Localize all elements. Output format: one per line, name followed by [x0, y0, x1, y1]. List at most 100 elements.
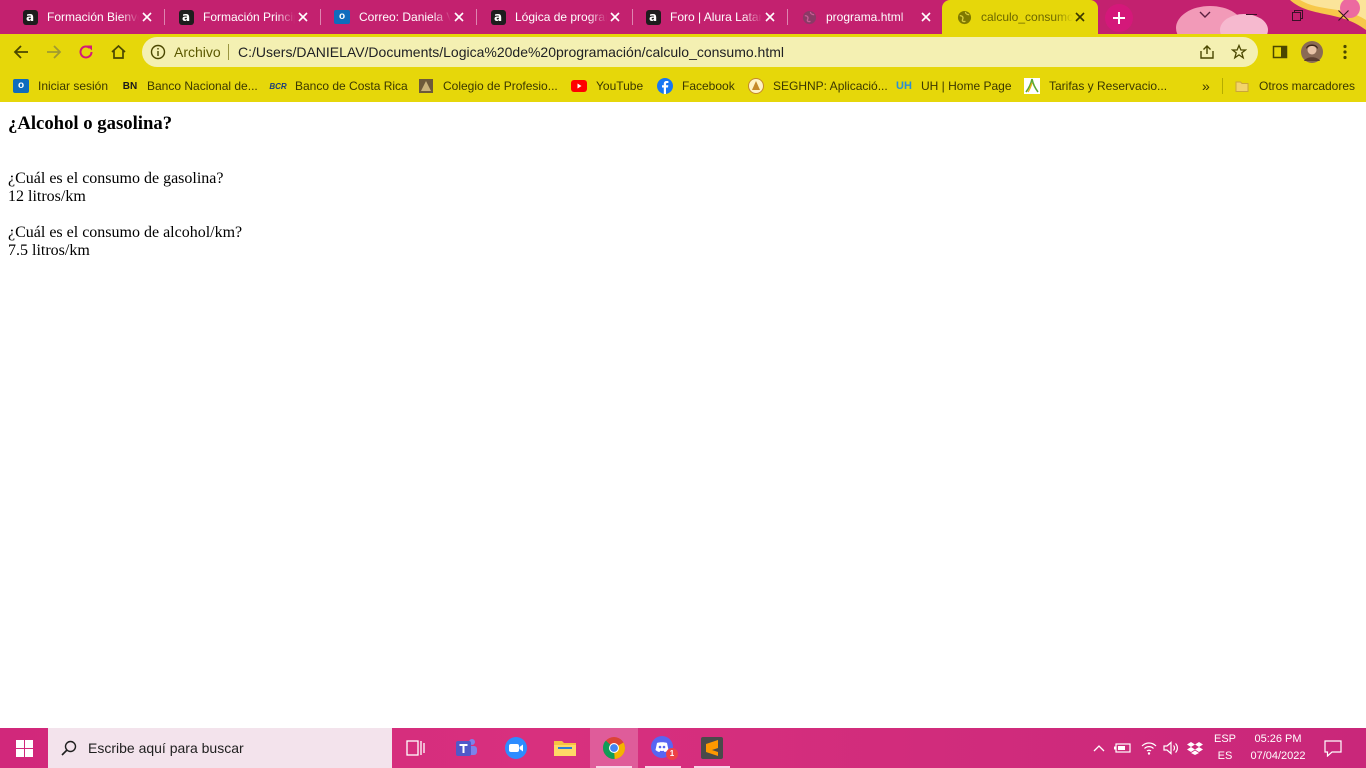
tab-formacion-principiante[interactable]: a Formación Principiante	[164, 0, 321, 34]
tab-title: Formación Principiante	[203, 10, 295, 24]
side-panel-button[interactable]	[1266, 38, 1294, 66]
tab-search-button[interactable]	[1182, 0, 1228, 30]
close-tab-icon[interactable]	[139, 9, 155, 25]
reload-button[interactable]	[72, 38, 100, 66]
plus-icon	[1113, 12, 1125, 24]
question-gasoline: ¿Cuál es el consumo de gasolina?	[8, 170, 224, 187]
bookmark-seghnp[interactable]: SEGHNP: Aplicació...	[748, 76, 888, 96]
globe-icon	[801, 9, 817, 25]
bookmark-colegio[interactable]: Colegio de Profesio...	[418, 76, 558, 96]
teams-app-button[interactable]	[442, 728, 490, 768]
bn-icon: BN	[122, 80, 138, 92]
site-info-chip[interactable]: Archivo	[174, 44, 221, 60]
other-bookmarks-folder[interactable]: Otros marcadores	[1234, 76, 1355, 96]
bookmark-banco-costa-rica[interactable]: BCR Banco de Costa Rica	[269, 76, 407, 96]
tab-foro-alura[interactable]: a Foro | Alura Latam	[631, 0, 788, 34]
bcr-icon: BCR	[269, 81, 287, 91]
seghnp-icon	[748, 78, 764, 94]
zoom-app-button[interactable]	[492, 728, 540, 768]
side-panel-icon	[1272, 45, 1288, 59]
browser-toolbar: Archivo C:/Users/DANIELAV/Documents/Logi…	[0, 34, 1366, 70]
home-icon	[110, 44, 126, 59]
bookmark-youtube[interactable]: YouTube	[571, 76, 643, 96]
tab-formacion-bienvenida[interactable]: a Formación Bienvenida	[8, 0, 165, 34]
tab-programa-html[interactable]: programa.html	[787, 0, 944, 34]
bookmark-label: YouTube	[596, 79, 644, 93]
question-alcohol: ¿Cuál es el consumo de alcohol/km?	[8, 224, 243, 241]
bookmark-facebook[interactable]: Facebook	[657, 76, 735, 96]
task-view-icon	[406, 740, 425, 756]
home-button[interactable]	[104, 38, 132, 66]
bookmarks-bar: o Iniciar sesión BN Banco Nacional de...…	[0, 70, 1366, 102]
tab-title: calculo_consumo.html	[981, 10, 1073, 24]
tab-title: Foro | Alura Latam	[670, 10, 762, 24]
dropbox-tray-button[interactable]	[1184, 728, 1206, 768]
tab-correo[interactable]: o Correo: Daniela Valverde	[320, 0, 477, 34]
task-view-button[interactable]	[392, 728, 440, 768]
colegio-icon	[418, 78, 434, 94]
close-tab-icon[interactable]	[1072, 9, 1088, 25]
outlook-icon: o	[334, 9, 350, 25]
close-window-button[interactable]	[1320, 0, 1366, 30]
kebab-menu-icon	[1343, 44, 1347, 60]
alura-icon: a	[645, 9, 661, 25]
tarifas-icon	[1024, 78, 1040, 94]
bookmark-label: Tarifas y Reservacio...	[1049, 79, 1168, 93]
notifications-button[interactable]	[1316, 728, 1350, 768]
bookmark-uh[interactable]: UH UH | Home Page	[896, 76, 1011, 96]
bookmarks-divider	[1222, 78, 1223, 94]
zoom-icon	[505, 737, 527, 759]
show-hidden-icons-button[interactable]	[1090, 728, 1108, 768]
close-tab-icon[interactable]	[451, 9, 467, 25]
notification-icon	[1324, 739, 1342, 757]
sublime-text-button[interactable]	[688, 728, 736, 768]
url-text[interactable]: C:/Users/DANIELAV/Documents/Logica%20de%…	[238, 44, 784, 60]
minimize-button[interactable]	[1228, 0, 1274, 30]
language-indicator[interactable]: ESP ES	[1208, 728, 1242, 768]
clock-date: 07/04/2022	[1250, 750, 1306, 762]
bookmarks-overflow-button[interactable]: »	[1202, 76, 1210, 96]
menu-button[interactable]	[1331, 38, 1359, 66]
back-button[interactable]	[7, 38, 35, 66]
folder-icon	[554, 741, 576, 756]
taskbar-search-box[interactable]: Escribe aquí para buscar	[48, 728, 392, 768]
clock[interactable]: 05:26 PM 07/04/2022	[1244, 728, 1312, 768]
folder-icon	[1234, 78, 1250, 94]
battery-icon	[1114, 743, 1131, 753]
bookmark-iniciar-sesion[interactable]: o Iniciar sesión	[13, 76, 108, 96]
close-tab-icon[interactable]	[762, 9, 778, 25]
globe-icon	[956, 9, 972, 25]
alura-icon: a	[490, 9, 506, 25]
profile-button[interactable]	[1298, 38, 1326, 66]
battery-tray-button[interactable]	[1112, 728, 1134, 768]
new-tab-button[interactable]	[1105, 4, 1133, 32]
bookmark-star-icon[interactable]	[1230, 43, 1248, 61]
avatar	[1301, 41, 1323, 63]
answer-alcohol: 7.5 litros/km	[8, 242, 90, 259]
dropbox-icon	[1187, 742, 1203, 755]
volume-tray-button[interactable]	[1160, 728, 1182, 768]
restore-button[interactable]	[1274, 0, 1320, 30]
page-viewport: ¿Alcohol o gasolina? ¿Cuál es el consumo…	[0, 102, 1366, 728]
chrome-app-button[interactable]	[590, 728, 638, 768]
bookmark-label: Iniciar sesión	[38, 79, 109, 93]
windows-logo-icon	[15, 739, 33, 757]
start-button[interactable]	[0, 728, 48, 768]
share-icon[interactable]	[1198, 43, 1216, 61]
close-tab-icon[interactable]	[918, 9, 934, 25]
wifi-tray-button[interactable]	[1138, 728, 1160, 768]
bookmark-banco-nacional[interactable]: BN Banco Nacional de...	[122, 76, 258, 96]
close-tab-icon[interactable]	[295, 9, 311, 25]
keyboard-layout: ES	[1217, 750, 1233, 762]
file-explorer-button[interactable]	[541, 728, 589, 768]
tab-logica-programacion[interactable]: a Lógica de programación	[476, 0, 633, 34]
tab-calculo-consumo[interactable]: calculo_consumo.html	[942, 0, 1098, 34]
info-icon[interactable]	[150, 44, 166, 60]
notification-badge: 1	[666, 748, 678, 760]
discord-app-button[interactable]: 1	[639, 728, 687, 768]
address-bar[interactable]: Archivo C:/Users/DANIELAV/Documents/Logi…	[142, 37, 1258, 67]
forward-button[interactable]	[40, 38, 68, 66]
language-code: ESP	[1213, 733, 1236, 745]
bookmark-tarifas[interactable]: Tarifas y Reservacio...	[1024, 76, 1167, 96]
close-tab-icon[interactable]	[607, 9, 623, 25]
